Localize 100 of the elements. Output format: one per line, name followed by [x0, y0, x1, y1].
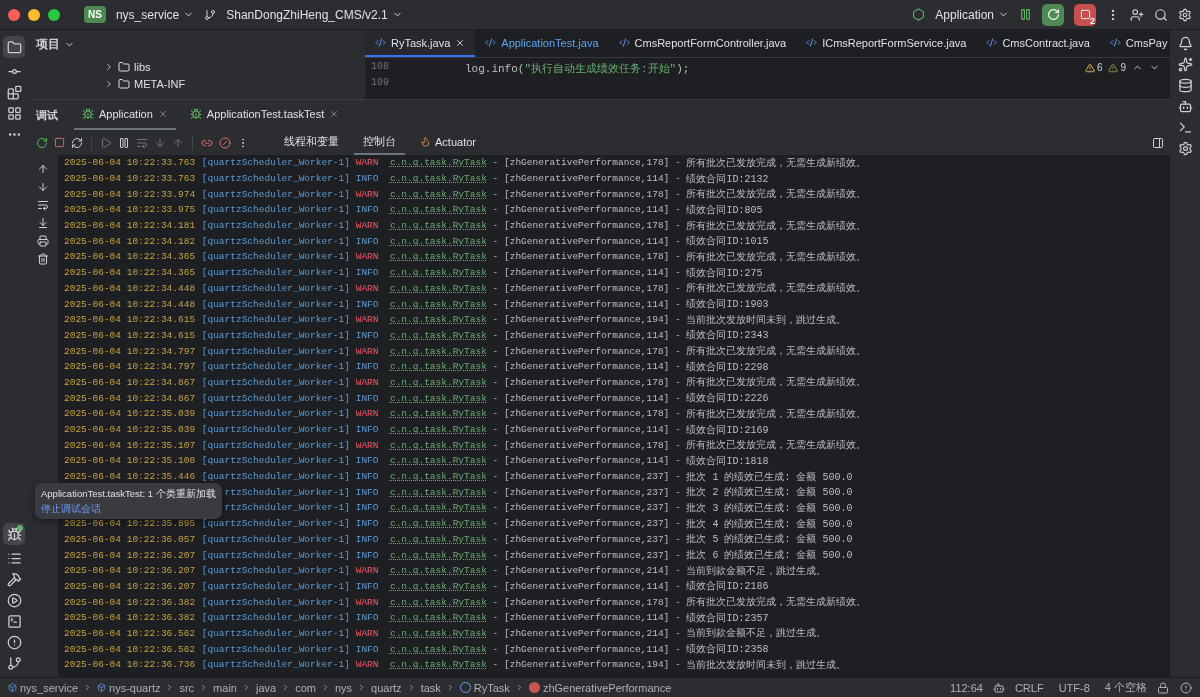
- scroll-end-icon[interactable]: [37, 217, 49, 229]
- breadcrumb[interactable]: quartz: [371, 681, 402, 694]
- warning-count[interactable]: 6: [1096, 62, 1103, 73]
- log-logger[interactable]: c.n.q.task.RyTask: [389, 251, 487, 263]
- log-logger[interactable]: c.n.q.task.RyTask: [389, 204, 487, 216]
- log-logger[interactable]: c.n.q.task.RyTask: [389, 596, 487, 608]
- log-logger[interactable]: c.n.q.task.RyTask: [389, 173, 487, 185]
- resume-icon[interactable]: [100, 136, 112, 149]
- editor-tab[interactable]: CmsContract.java: [976, 30, 1100, 57]
- lock-icon[interactable]: [1157, 681, 1169, 694]
- log-logger[interactable]: c.n.q.task.RyTask: [389, 439, 487, 451]
- robot-icon[interactable]: [992, 681, 1005, 694]
- log-logger[interactable]: c.n.q.task.RyTask: [389, 392, 487, 404]
- log-logger[interactable]: c.n.q.task.RyTask: [389, 376, 487, 388]
- log-logger[interactable]: c.n.q.task.RyTask: [389, 549, 487, 561]
- minimize-icon[interactable]: [28, 8, 40, 21]
- session-tab[interactable]: ApplicationTest.taskTest: [181, 100, 348, 130]
- run-config-selector[interactable]: Application: [935, 7, 994, 22]
- robot-icon[interactable]: [1177, 99, 1193, 114]
- stop-button[interactable]: 2: [1074, 3, 1096, 26]
- pause-icon[interactable]: [1019, 8, 1032, 21]
- settings-icon[interactable]: [1178, 7, 1192, 22]
- log-logger[interactable]: c.n.q.task.RyTask: [389, 329, 487, 341]
- close-icon[interactable]: [157, 109, 168, 119]
- editor-tab[interactable]: ApplicationTest.java: [475, 30, 609, 57]
- warning-count[interactable]: 9: [1120, 62, 1126, 73]
- rerun-icon[interactable]: [36, 136, 48, 149]
- editor-tab[interactable]: CmsReportFormController.java: [608, 30, 797, 57]
- tree-item[interactable]: libs: [134, 60, 151, 73]
- up-icon[interactable]: [37, 163, 49, 175]
- breadcrumb[interactable]: RyTask: [473, 681, 510, 694]
- stop-icon[interactable]: [54, 137, 65, 148]
- bell-icon[interactable]: [1177, 36, 1193, 51]
- down-icon[interactable]: [37, 181, 49, 193]
- log-logger[interactable]: c.n.q.task.RyTask: [389, 612, 487, 624]
- log-logger[interactable]: c.n.q.task.RyTask: [389, 627, 487, 639]
- view-tab[interactable]: 线程和变量: [275, 130, 348, 155]
- log-logger[interactable]: c.n.q.task.RyTask: [389, 580, 487, 592]
- stop-session-link[interactable]: 停止调试会话: [41, 502, 216, 515]
- layout-icon[interactable]: [6, 106, 22, 121]
- log-logger[interactable]: c.n.q.task.RyTask: [389, 188, 487, 200]
- log-logger[interactable]: c.n.q.task.RyTask: [389, 267, 487, 279]
- log-logger[interactable]: c.n.q.task.RyTask: [389, 533, 487, 545]
- breadcrumb[interactable]: nys_service: [20, 681, 79, 694]
- indent-setting[interactable]: 4 个空格: [1099, 680, 1152, 695]
- terminal-icon[interactable]: [1177, 120, 1193, 135]
- layout-icon[interactable]: [1152, 136, 1164, 149]
- expand-icon[interactable]: [104, 61, 114, 72]
- breadcrumb[interactable]: task: [420, 681, 441, 694]
- close-icon[interactable]: [8, 8, 20, 21]
- breadcrumb[interactable]: src: [179, 681, 195, 694]
- trash-icon[interactable]: [37, 253, 49, 265]
- log-logger[interactable]: c.n.q.task.RyTask: [389, 565, 487, 577]
- search-icon[interactable]: [1154, 7, 1168, 22]
- branch-icon[interactable]: [6, 656, 22, 671]
- cursor-position[interactable]: 112:64: [945, 681, 988, 694]
- close-icon[interactable]: [455, 37, 466, 48]
- problems-icon[interactable]: [6, 635, 22, 650]
- folder-icon[interactable]: [3, 36, 25, 58]
- log-logger[interactable]: c.n.q.task.RyTask: [389, 471, 487, 483]
- log-logger[interactable]: c.n.q.task.RyTask: [389, 361, 487, 373]
- hammer-icon[interactable]: [6, 572, 22, 587]
- rerun-button[interactable]: [1042, 3, 1064, 26]
- log-logger[interactable]: c.n.q.task.RyTask: [389, 235, 487, 247]
- sparkles-icon[interactable]: [1177, 57, 1193, 72]
- branch-selector[interactable]: ShanDongZhiHeng_CMS/v2.1: [226, 7, 388, 22]
- log-logger[interactable]: c.n.q.task.RyTask: [389, 408, 487, 420]
- print-icon[interactable]: [37, 235, 49, 247]
- blocks-icon[interactable]: [6, 85, 22, 100]
- debug-icon[interactable]: [3, 523, 25, 545]
- line-ending[interactable]: CRLF: [1009, 681, 1049, 694]
- maximize-icon[interactable]: [48, 8, 60, 21]
- editor-tab[interactable]: CmsPay: [1099, 30, 1170, 57]
- restart-icon[interactable]: [71, 136, 83, 149]
- settings-icon[interactable]: [1177, 141, 1193, 156]
- expand-icon[interactable]: [104, 78, 114, 89]
- breadcrumb[interactable]: zhGenerativePerformance: [542, 681, 672, 694]
- breadcrumb[interactable]: java: [255, 681, 277, 694]
- log-logger[interactable]: c.n.q.task.RyTask: [389, 220, 487, 232]
- log-logger[interactable]: c.n.q.task.RyTask: [389, 298, 487, 310]
- view-tab[interactable]: Actuator: [411, 130, 485, 155]
- close-icon[interactable]: [329, 109, 340, 119]
- breadcrumb[interactable]: main: [213, 681, 237, 694]
- log-logger[interactable]: c.n.q.task.RyTask: [389, 157, 487, 169]
- breadcrumb[interactable]: nys-quartz: [109, 681, 161, 694]
- log-logger[interactable]: c.n.q.task.RyTask: [389, 486, 487, 498]
- log-logger[interactable]: c.n.q.task.RyTask: [389, 314, 487, 326]
- log-logger[interactable]: c.n.q.task.RyTask: [389, 424, 487, 436]
- log-logger[interactable]: c.n.q.task.RyTask: [389, 502, 487, 514]
- play-icon[interactable]: [6, 593, 22, 608]
- log-logger[interactable]: c.n.q.task.RyTask: [389, 345, 487, 357]
- encoding[interactable]: UTF-8: [1053, 681, 1095, 694]
- breadcrumb[interactable]: nys: [334, 681, 353, 694]
- log-logger[interactable]: c.n.q.task.RyTask: [389, 282, 487, 294]
- step-over-icon[interactable]: [136, 136, 148, 149]
- log-logger[interactable]: c.n.q.task.RyTask: [389, 643, 487, 655]
- breadcrumb[interactable]: com: [295, 681, 316, 694]
- database-icon[interactable]: [1177, 78, 1193, 93]
- editor-tab[interactable]: RyTask.java: [365, 30, 476, 57]
- list-icon[interactable]: [6, 551, 22, 566]
